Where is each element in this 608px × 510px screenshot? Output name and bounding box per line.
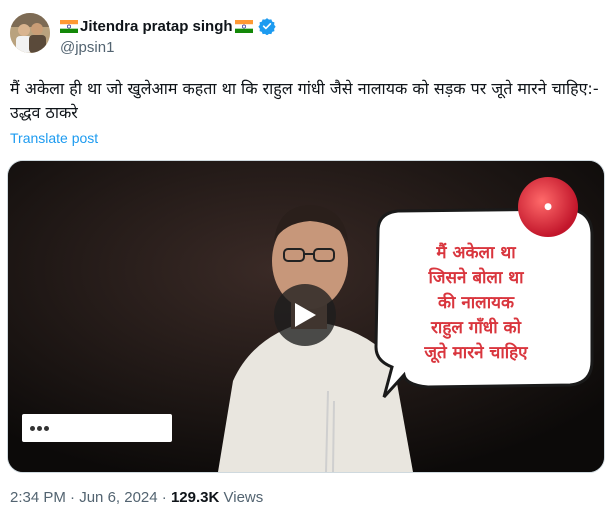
speech-bubble-line: राहुल गाँधी को bbox=[430, 318, 522, 338]
social-icons bbox=[30, 425, 49, 431]
video-lower-third bbox=[22, 414, 172, 442]
author-name-row[interactable]: Jitendra pratap singh bbox=[60, 15, 276, 37]
speech-bubble-line: की नालायक bbox=[437, 293, 515, 313]
speech-bubble-line: जिसने बोला था bbox=[428, 268, 524, 288]
play-button[interactable] bbox=[274, 284, 336, 346]
tweet-time[interactable]: 2:34 PM bbox=[10, 489, 66, 506]
channel-logo: ● bbox=[518, 177, 578, 237]
india-flag-icon bbox=[234, 19, 253, 33]
speech-bubble-text: मैं अकेला था जिसने बोला था की नालायक राह… bbox=[381, 241, 571, 366]
author-handle[interactable]: @jpsin1 bbox=[60, 39, 114, 56]
play-icon bbox=[295, 303, 316, 327]
tweet-meta: 2:34 PM · Jun 6, 2024 · 129.3K Views bbox=[10, 489, 263, 506]
video-player[interactable]: मैं अकेला था जिसने बोला था की नालायक राह… bbox=[7, 160, 605, 473]
speech-bubble-line: जूते मारने चाहिए bbox=[424, 343, 528, 363]
translate-post-link[interactable]: Translate post bbox=[10, 130, 98, 146]
meta-separator: · bbox=[161, 489, 167, 506]
india-flag-icon bbox=[60, 19, 78, 33]
meta-separator: · bbox=[70, 489, 76, 506]
verified-badge-icon[interactable] bbox=[257, 17, 276, 36]
tweet-date[interactable]: Jun 6, 2024 bbox=[79, 489, 157, 506]
tweet-text: मैं अकेला ही था जो खुलेआम कहता था कि राह… bbox=[10, 79, 599, 122]
views-count[interactable]: 129.3K bbox=[171, 489, 219, 506]
avatar[interactable] bbox=[10, 13, 50, 53]
author-display-name[interactable]: Jitendra pratap singh bbox=[80, 18, 233, 35]
views-label: Views bbox=[223, 489, 264, 506]
speech-bubble-line: मैं अकेला था bbox=[436, 243, 516, 263]
